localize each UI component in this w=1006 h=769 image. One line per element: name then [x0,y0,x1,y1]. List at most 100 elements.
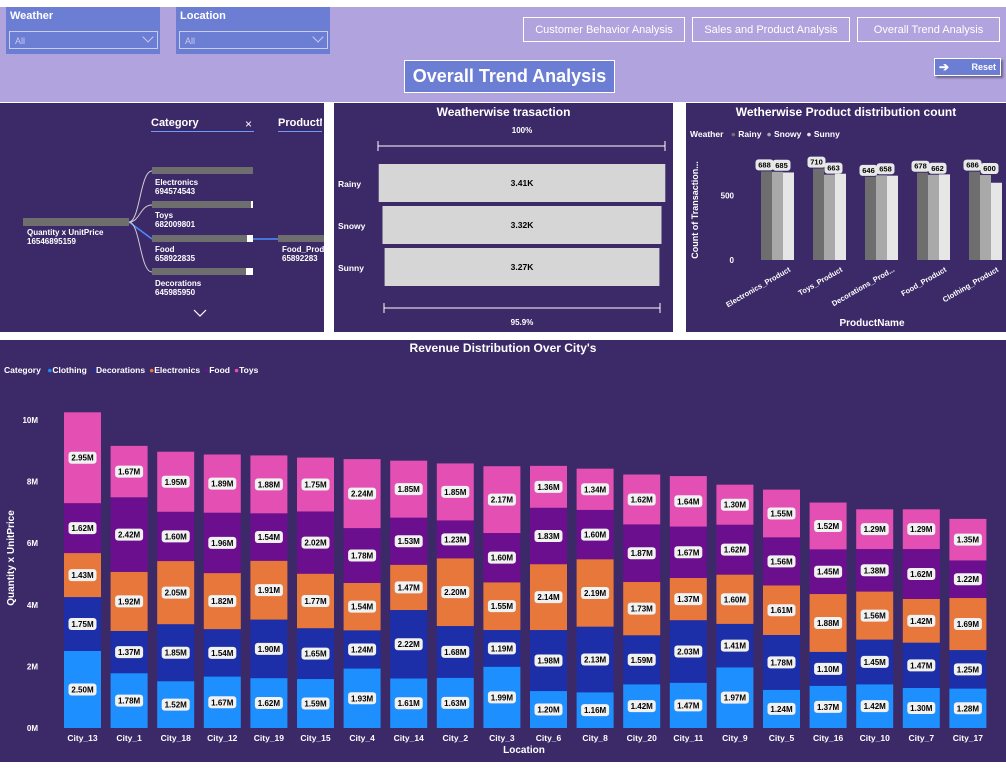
funnel-top-bracket [377,141,666,151]
data-label: 1.53M [398,537,421,546]
product-bar[interactable] [772,171,783,260]
node-value: 694574543 [155,187,196,196]
product-bar[interactable] [876,175,887,260]
product-bar[interactable] [969,171,980,260]
data-label: 1.19M [491,644,514,653]
product-bar[interactable] [835,173,846,260]
electronics-bar[interactable] [152,167,253,174]
data-label: 1.82M [211,597,234,606]
root-label: Quantity x UnitPrice [27,228,104,237]
x-tick-label: City_11 [673,733,703,743]
product-distribution-panel: Wetherwise Product distribution count We… [686,103,1006,332]
product-bar[interactable] [824,174,835,260]
y-tick-label: 0 [730,256,735,265]
data-label: 2.19M [584,589,607,598]
sales-product-button[interactable]: Sales and Product Analysis [692,17,850,42]
data-label: 1.10M [817,665,840,674]
data-label: 1.77M [304,597,327,606]
data-label: 1.36M [537,483,560,492]
product-bar[interactable] [991,182,1002,260]
node-label: Electronics [155,178,199,187]
data-label: 1.62M [631,495,654,504]
revenue-panel: Revenue Distribution Over City's Categor… [0,340,1006,762]
location-dropdown-value: All [185,36,196,46]
data-label: 1.65M [304,650,327,659]
root-bar[interactable] [23,218,129,226]
data-label: 1.87M [631,549,654,558]
customer-behavior-button[interactable]: Customer Behavior Analysis [523,17,685,42]
data-label: 1.67M [118,468,141,477]
product-bar[interactable] [887,175,898,260]
weather-slicer[interactable]: Weather All [6,7,160,54]
data-label: 1.63M [444,699,467,708]
data-label: 1.41M [724,642,747,651]
toys-bar[interactable] [152,201,251,208]
data-label: 1.62M [724,546,747,555]
decorations-bar[interactable] [152,268,246,275]
data-label: 1.92M [118,597,141,606]
node-value: 682009801 [155,220,196,229]
chevron-down-icon[interactable] [193,309,207,317]
node-label: Decorations [155,279,202,288]
food-product-bar[interactable] [278,235,324,242]
x-tick-label: City_15 [300,733,331,743]
funnel-bar-label: 3.41K [511,178,535,188]
product-bar[interactable] [939,174,950,260]
data-label: 1.78M [770,658,793,667]
location-slicer[interactable]: Location All [176,7,330,54]
x-tick-label: City_9 [722,733,748,743]
data-label: 1.91M [258,586,281,595]
data-label: 1.22M [957,575,980,584]
funnel-bottom-bracket [383,303,661,313]
product-bar[interactable] [761,171,772,260]
bar-remainder [246,268,253,275]
product-bar[interactable] [865,176,876,260]
product-bar[interactable] [813,168,824,260]
x-tick-label: City_17 [953,733,984,743]
data-label: 1.85M [165,649,188,658]
data-label: 1.67M [677,548,700,557]
data-label: 1.55M [770,509,793,518]
data-label: 1.75M [304,481,327,490]
x-tick-label: City_4 [349,733,375,743]
data-label: 1.56M [864,612,887,621]
weather-dropdown[interactable]: All [9,31,158,49]
data-label: 1.52M [817,522,840,531]
data-label: 1.24M [770,705,793,714]
node-value: 658922835 [155,254,196,263]
data-label: 2.42M [118,531,141,540]
product-bar[interactable] [980,175,991,260]
reset-button[interactable]: ➔ Reset [934,58,1001,76]
data-label: 1.37M [677,595,700,604]
root-node-label: Quantity x UnitPrice 16546895159 [27,228,103,246]
y-tick-label: 6M [27,539,38,548]
product-bar[interactable] [928,174,939,260]
weather-funnel-chart: 100% 95.9% 3.41K Rainy 3.32K Snowy 3.27K Sunn… [338,126,666,327]
data-label: 600 [983,164,996,173]
reset-label: Reset [971,62,996,72]
root-value: 16546895159 [27,237,76,246]
product-bar[interactable] [917,172,928,260]
product-distribution-chart: Count of Transaction... 0 500 688 685 Electro… [690,156,1002,329]
data-label: 1.29M [910,525,933,534]
data-label: 1.98M [537,657,560,666]
data-label: 1.54M [258,533,281,542]
x-tick-label: Clothing_Product [941,265,1000,305]
data-label: 1.42M [864,702,887,711]
location-dropdown[interactable]: All [179,31,328,49]
y-tick-label: 500 [721,192,735,201]
x-tick-label: City_16 [813,733,844,743]
data-label: 1.99M [491,693,514,702]
top-bar: Weather All Location All Customer Behavi… [0,7,1006,102]
overall-trend-button[interactable]: Overall Trend Analysis [857,17,1000,42]
data-label: 1.35M [957,536,980,545]
data-label: 1.56M [770,557,793,566]
location-slicer-label: Location [180,10,226,22]
food-bar[interactable] [152,235,247,242]
product-bar[interactable] [783,172,794,260]
funnel-bar-label: 3.32K [511,220,535,230]
data-label: 658 [879,164,892,173]
data-label: 2.05M [165,589,188,598]
data-label: 1.62M [258,699,281,708]
x-tick-label: City_8 [582,733,608,743]
